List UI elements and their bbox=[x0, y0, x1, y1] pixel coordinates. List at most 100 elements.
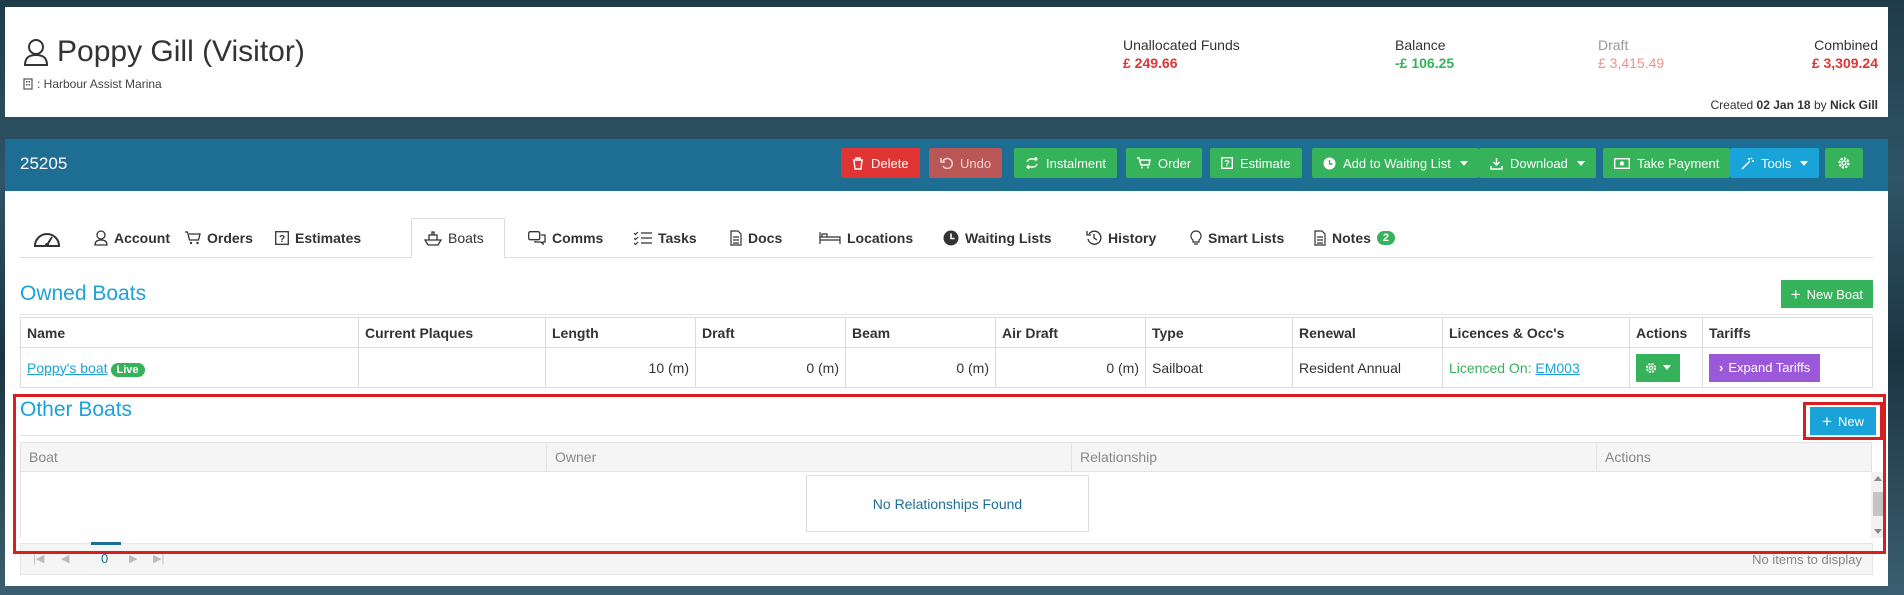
tab-comms-label: Comms bbox=[552, 230, 604, 246]
tab-locations-label: Locations bbox=[847, 230, 914, 246]
boat-name-cell: Poppy's boat Live bbox=[20, 347, 359, 388]
col-draft: Draft bbox=[695, 317, 846, 348]
undo-label: Undo bbox=[960, 155, 992, 171]
draft-label: Draft bbox=[1598, 37, 1629, 53]
tab-notes[interactable]: Notes 2 bbox=[1302, 218, 1407, 258]
trash-icon bbox=[853, 156, 863, 170]
tab-estimates[interactable]: ? Estimates bbox=[263, 218, 373, 258]
instalment-label: Instalment bbox=[1046, 155, 1106, 171]
record-ref: 25205 bbox=[20, 154, 68, 173]
undo-button[interactable]: Undo bbox=[929, 148, 1003, 178]
combined-value: £ 3,309.24 bbox=[1811, 55, 1878, 71]
user-icon bbox=[94, 230, 108, 246]
owned-boats-table: Name Current Plaques Length Draft Beam A… bbox=[20, 317, 1873, 388]
type-cell: Sailboat bbox=[1145, 347, 1293, 388]
tools-label: Tools bbox=[1761, 155, 1792, 171]
take-payment-button[interactable]: Take Payment bbox=[1603, 148, 1731, 178]
tab-estimates-label: Estimates bbox=[295, 230, 362, 246]
tab-history[interactable]: History bbox=[1074, 218, 1168, 258]
tab-account[interactable]: Account bbox=[82, 218, 182, 258]
created-by-prefix: by bbox=[1813, 98, 1827, 112]
download-icon bbox=[1490, 157, 1503, 170]
document-icon bbox=[730, 230, 742, 246]
tab-smart-lists[interactable]: Smart Lists bbox=[1178, 218, 1296, 258]
record-tabs: Account Orders ? Estimates Boats Comms T… bbox=[20, 218, 1873, 258]
repeat-icon bbox=[1026, 157, 1038, 169]
tab-dashboard[interactable] bbox=[20, 218, 74, 258]
balance-label: Balance bbox=[1395, 37, 1446, 53]
draft: Draft £ 3,415.49 bbox=[1598, 37, 1664, 71]
tab-waiting-lists[interactable]: Waiting Lists bbox=[931, 218, 1064, 258]
tab-tasks[interactable]: Tasks bbox=[622, 218, 709, 258]
question-box-icon: ? bbox=[275, 231, 289, 245]
tab-account-label: Account bbox=[114, 230, 170, 246]
unallocated-funds-value: £ 249.66 bbox=[1123, 55, 1178, 71]
boat-name-link[interactable]: Poppy's boat bbox=[27, 360, 108, 376]
delete-button[interactable]: Delete bbox=[841, 148, 920, 178]
chevron-down-icon bbox=[1576, 160, 1585, 166]
section-divider bbox=[20, 314, 1873, 315]
licence-label: Licenced On: bbox=[1449, 359, 1532, 376]
clock-icon bbox=[1323, 157, 1336, 169]
col-licences: Licences & Occ's bbox=[1442, 317, 1630, 348]
tab-notes-label: Notes bbox=[1332, 230, 1371, 246]
tab-waiting-lists-label: Waiting Lists bbox=[965, 230, 1052, 246]
licence-link[interactable]: EM003 bbox=[1535, 360, 1579, 376]
take-payment-label: Take Payment bbox=[1637, 155, 1720, 171]
tab-docs-label: Docs bbox=[748, 230, 783, 246]
col-air-draft: Air Draft bbox=[995, 317, 1146, 348]
col-name: Name bbox=[20, 317, 359, 348]
balance-value: -£ 106.25 bbox=[1395, 55, 1455, 71]
created-prefix: Created bbox=[1710, 98, 1754, 112]
tariffs-cell: › Expand Tariffs bbox=[1702, 347, 1873, 388]
tab-docs[interactable]: Docs bbox=[718, 218, 794, 258]
contact-header: Poppy Gill (Visitor) : Harbour Assist Ma… bbox=[5, 7, 1888, 117]
expand-tariffs-button[interactable]: › Expand Tariffs bbox=[1709, 353, 1821, 382]
add-to-waiting-list-button[interactable]: Add to Waiting List bbox=[1312, 148, 1479, 178]
checklist-icon bbox=[634, 231, 652, 245]
contact-title: Poppy Gill (Visitor) bbox=[23, 35, 305, 69]
created-by: Nick Gill bbox=[1829, 98, 1878, 112]
download-button[interactable]: Download bbox=[1479, 148, 1596, 178]
no-items-text: No items to display bbox=[1752, 552, 1862, 567]
tab-orders-label: Orders bbox=[207, 230, 253, 246]
expand-tariffs-label: Expand Tariffs bbox=[1728, 360, 1811, 375]
record-toolbar: 25205 Delete Undo Instalment Order ? Est… bbox=[5, 139, 1888, 191]
highlight-other-boats bbox=[13, 394, 1886, 554]
instalment-button[interactable]: Instalment bbox=[1014, 148, 1117, 178]
tab-history-label: History bbox=[1108, 230, 1157, 246]
marina-name: : Harbour Assist Marina bbox=[37, 77, 162, 91]
lightbulb-icon bbox=[1190, 230, 1202, 245]
tab-comms[interactable]: Comms bbox=[516, 218, 615, 258]
gear-icon bbox=[1646, 362, 1656, 373]
svg-text:?: ? bbox=[279, 234, 285, 245]
col-beam: Beam bbox=[845, 317, 996, 348]
new-boat-button[interactable]: + New Boat bbox=[1780, 280, 1873, 308]
bed-icon bbox=[819, 232, 841, 244]
tab-locations[interactable]: Locations bbox=[807, 218, 925, 258]
waiting-list-label: Add to Waiting List bbox=[1343, 155, 1451, 171]
money-icon bbox=[1614, 157, 1630, 169]
marina-line: : Harbour Assist Marina bbox=[23, 77, 162, 91]
created-date: 02 Jan 18 bbox=[1756, 98, 1811, 112]
draft-value: £ 3,415.49 bbox=[1598, 55, 1665, 71]
settings-button[interactable] bbox=[1825, 148, 1863, 178]
tab-orders[interactable]: Orders bbox=[173, 218, 265, 258]
tab-boats[interactable]: Boats bbox=[411, 218, 505, 258]
renewal-cell: Resident Annual bbox=[1292, 347, 1443, 388]
row-actions-button[interactable] bbox=[1636, 353, 1680, 382]
air-draft-cell: 0 (m) bbox=[995, 347, 1146, 388]
gauge-icon bbox=[33, 233, 61, 247]
chat-icon bbox=[528, 231, 546, 245]
estimate-button[interactable]: ? Estimate bbox=[1210, 148, 1302, 178]
tab-boats-label: Boats bbox=[448, 230, 484, 246]
order-button[interactable]: Order bbox=[1126, 148, 1203, 178]
combined: Combined £ 3,309.24 bbox=[1812, 37, 1878, 71]
notes-count-badge: 2 bbox=[1376, 231, 1396, 245]
table-row: Poppy's boat Live 10 (m) 0 (m) 0 (m) 0 (m… bbox=[20, 347, 1873, 388]
svg-text:?: ? bbox=[1224, 159, 1230, 169]
tools-button[interactable]: Tools bbox=[1730, 148, 1820, 178]
col-renewal: Renewal bbox=[1292, 317, 1443, 348]
length-cell: 10 (m) bbox=[545, 347, 696, 388]
licence-cell: Licenced On: EM003 bbox=[1442, 347, 1630, 388]
